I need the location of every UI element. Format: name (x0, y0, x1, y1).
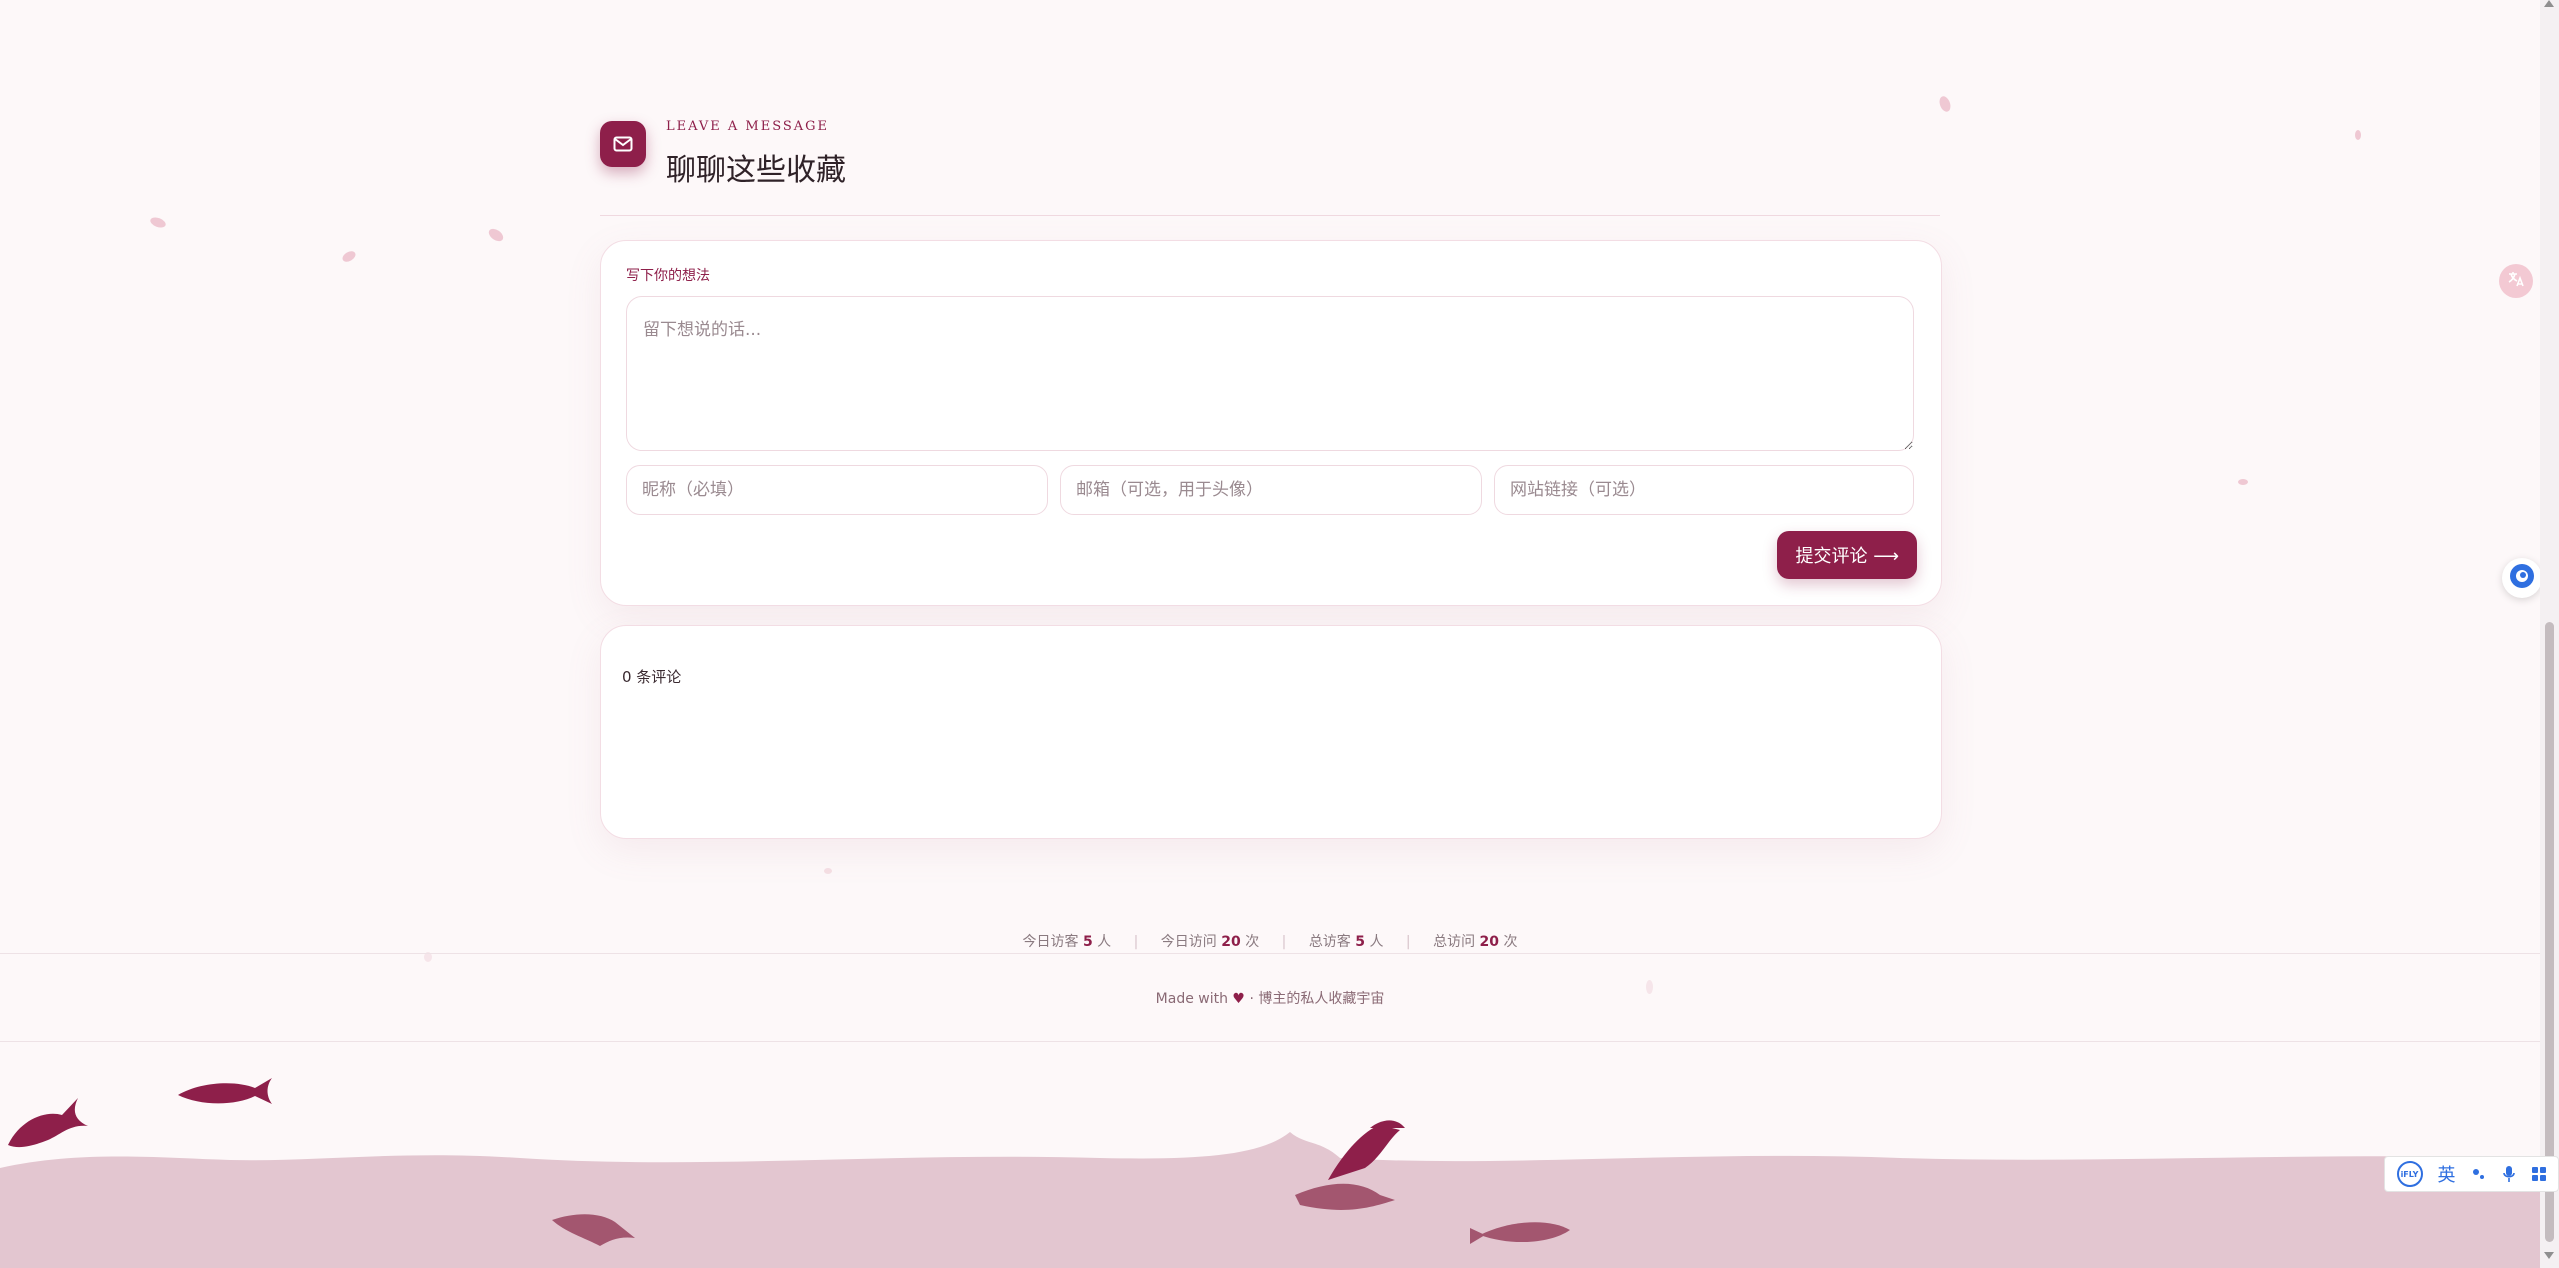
sea-illustration (0, 1078, 2540, 1268)
footer: Made with ♥ · 博主的私人收藏宇宙 (0, 988, 2540, 1008)
total-visitors-stat: 总访客 5 人 (1308, 934, 1384, 950)
footer-divider (0, 953, 2540, 954)
visitor-stats: 今日访客 5 人 | 今日访问 20 次 | 总访客 5 人 | 总访问 20 … (1022, 934, 1518, 950)
petal-decoration (148, 215, 168, 230)
petal-decoration (340, 249, 358, 264)
today-visitors-stat: 今日访客 5 人 (1022, 934, 1112, 950)
translate-button[interactable] (2499, 264, 2533, 298)
heart-icon: ♥ (1232, 991, 1245, 1007)
petal-decoration (1937, 94, 1953, 114)
website-input[interactable] (1494, 465, 1914, 515)
petal-decoration (2238, 479, 2248, 485)
total-visits-stat: 总访问 20 次 (1433, 934, 1518, 950)
message-textarea[interactable] (626, 296, 1914, 451)
section-title: 聊聊这些收藏 (666, 153, 846, 188)
ime-mode-toggle[interactable]: 英 (2438, 1161, 2456, 1187)
form-label: 写下你的想法 (626, 268, 710, 284)
microphone-icon[interactable] (2502, 1165, 2516, 1183)
submit-comment-button[interactable]: 提交评论 ⟶ (1777, 531, 1917, 579)
petal-decoration (824, 868, 832, 874)
nickname-input[interactable] (626, 465, 1048, 515)
footer-made-with: Made with (1155, 991, 1228, 1007)
translate-icon (2506, 269, 2526, 293)
chat-assistant-button[interactable] (2502, 558, 2542, 598)
petal-decoration (486, 226, 506, 244)
scroll-up-arrow[interactable] (2544, 0, 2554, 7)
scroll-down-arrow[interactable] (2544, 1252, 2554, 1259)
ime-logo-button[interactable]: iFLY (2396, 1161, 2423, 1187)
footer-site-name[interactable]: 博主的私人收藏宇宙 (1258, 991, 1384, 1007)
footer-separator: · (1249, 991, 1254, 1007)
ime-toolbar: iFLY 英 (2384, 1156, 2559, 1192)
petal-decoration (2355, 130, 2361, 140)
today-visits-stat: 今日访问 20 次 (1160, 934, 1260, 950)
comment-count: 0 条评论 (622, 668, 682, 686)
grid-apps-icon[interactable] (2531, 1166, 2547, 1182)
chat-bubble-icon (2508, 562, 2536, 594)
email-input[interactable] (1060, 465, 1482, 515)
message-section-header: LEAVE A MESSAGE 聊聊这些收藏 (600, 119, 1940, 216)
section-kicker: LEAVE A MESSAGE (666, 119, 830, 134)
comment-form-card: 写下你的想法 提交评论 ⟶ (600, 240, 1942, 606)
mail-icon (600, 121, 646, 167)
scrollbar-thumb[interactable] (2545, 622, 2554, 1242)
comments-card: 0 条评论 (600, 625, 1942, 839)
punctuation-icon[interactable] (2471, 1166, 2487, 1182)
fish-icon (178, 1078, 272, 1104)
submit-label: 提交评论 ⟶ (1795, 546, 1899, 567)
fish-icon (8, 1098, 88, 1148)
